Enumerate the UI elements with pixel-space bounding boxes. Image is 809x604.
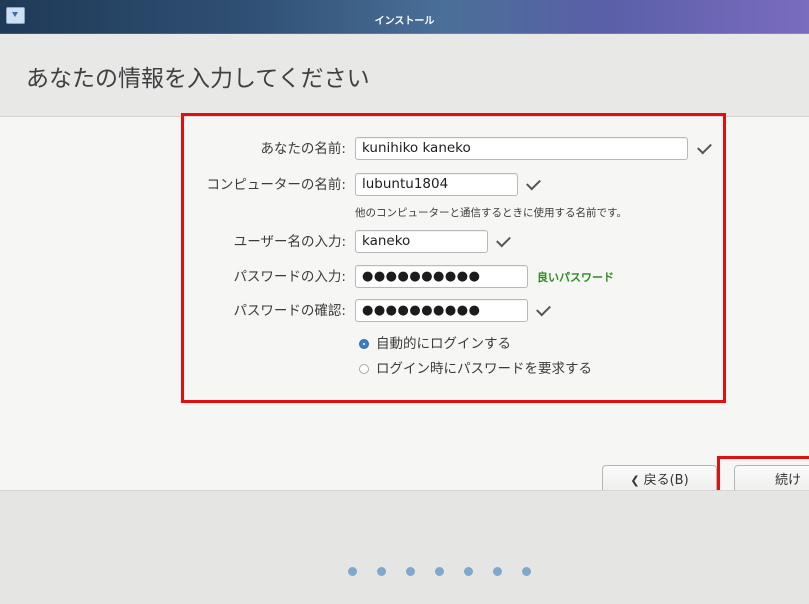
window-title: インストール [374,16,435,27]
computer-name-label: コンピューターの名前: [206,177,346,193]
confirm-password-check-icon [536,301,551,317]
step-dot [406,567,415,576]
step-dot [493,567,502,576]
password-field[interactable]: ●●●●●●●●●● [355,265,528,288]
computer-name-check-icon [526,175,541,191]
page-header: あなたの情報を入力してください [0,34,809,117]
step-dot [348,567,357,576]
computer-name-hint: 他のコンピューターと通信するときに使用する名前です。 [355,207,627,219]
step-dot [377,567,386,576]
confirm-password-field[interactable]: ●●●●●●●●●● [355,299,528,322]
window-titlebar: インストール [0,0,809,34]
auto-login-label[interactable]: 自動的にログインする [376,334,511,354]
password-strength: 良いパスワード [537,271,614,284]
username-check-icon [496,232,511,248]
continue-button-label: 続け [775,473,802,488]
auto-login-radio[interactable] [359,339,369,349]
confirm-password-label: パスワードの確認: [233,303,346,319]
username-label: ユーザー名の入力: [233,234,346,250]
step-dot [522,567,531,576]
chevron-left-icon: ❮ [630,474,640,487]
name-check-icon [697,139,712,155]
username-field[interactable]: kaneko [355,230,488,253]
require-password-label[interactable]: ログイン時にパスワードを要求する [376,359,592,379]
name-field[interactable]: kunihiko kaneko [355,137,688,160]
back-button-label: 戻る(B) [643,473,689,488]
name-label: あなたの名前: [260,141,346,157]
step-dot [464,567,473,576]
step-dot [435,567,444,576]
computer-name-field[interactable]: lubuntu1804 [355,173,518,196]
progress-footer [0,490,809,604]
password-label: パスワードの入力: [233,269,346,285]
require-password-radio[interactable] [359,364,369,374]
user-info-form: あなたの名前: kunihiko kaneko コンピューターの名前: lubu… [0,113,809,505]
page-title: あなたの情報を入力してください [26,66,370,92]
